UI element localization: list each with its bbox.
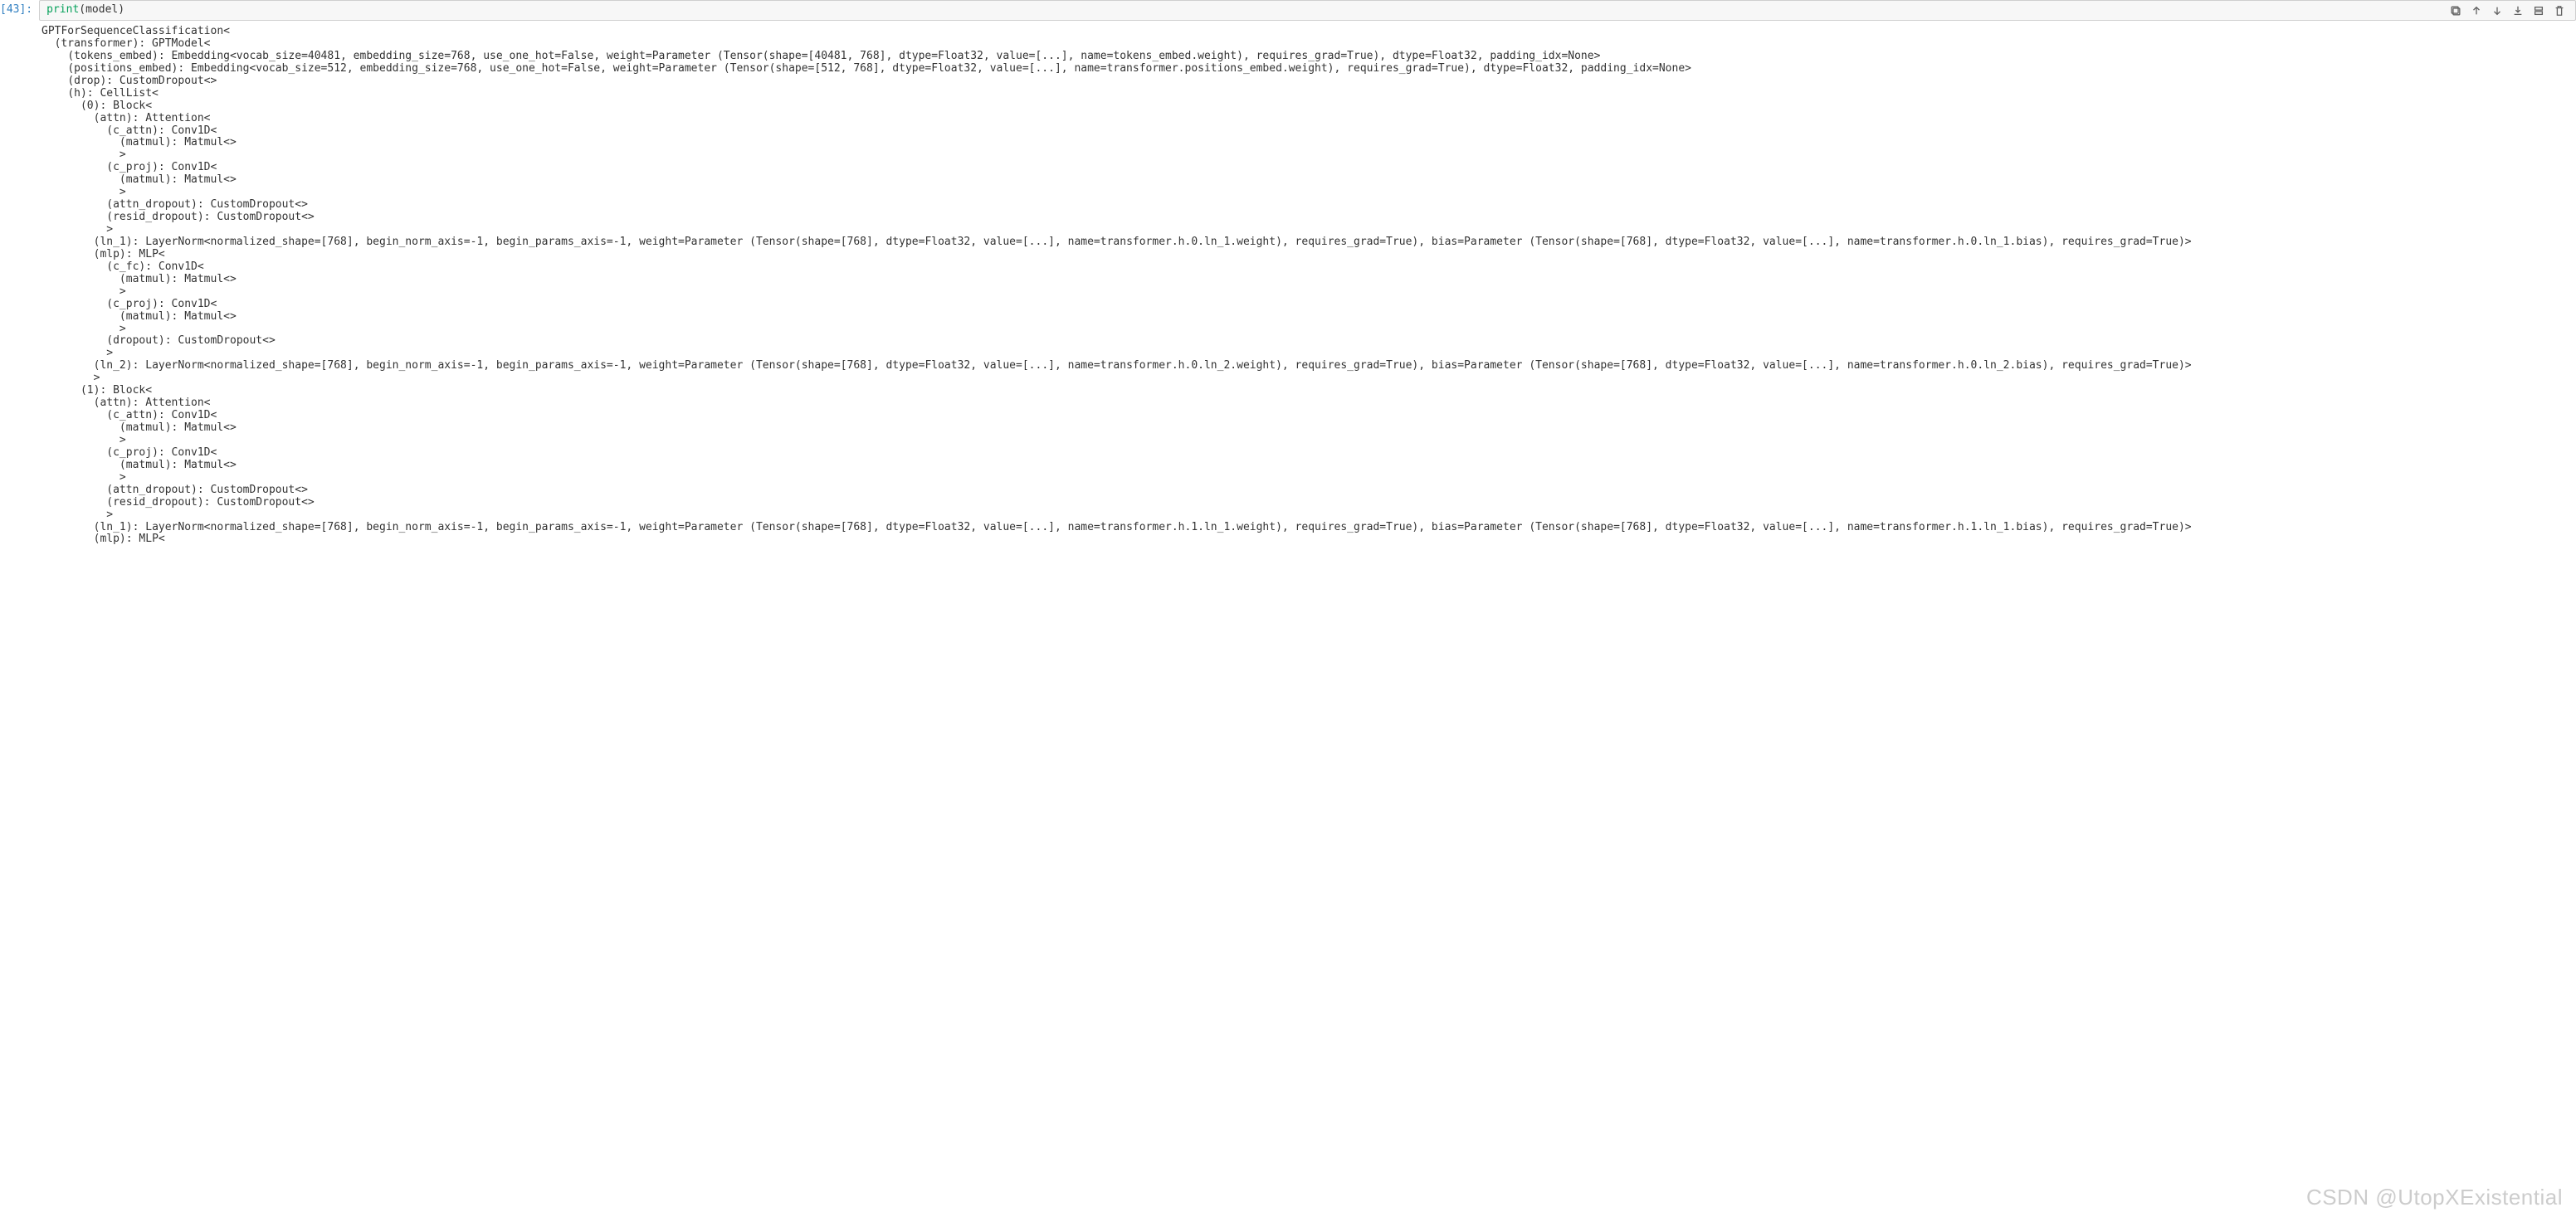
- insert-below-icon[interactable]: [2532, 4, 2544, 17]
- cell-toolbar: [2449, 4, 2569, 17]
- arrow-down-icon[interactable]: [2491, 4, 2503, 17]
- watermark: CSDN @UtopXExistential: [2306, 1185, 2563, 1210]
- code-content[interactable]: print(model): [46, 4, 124, 17]
- code-func: print: [46, 3, 79, 16]
- code-args: (model): [79, 3, 124, 16]
- code-cell: [43]: print(model): [0, 0, 2576, 21]
- trash-icon[interactable]: [2553, 4, 2565, 17]
- copy-icon[interactable]: [2449, 4, 2461, 17]
- download-icon[interactable]: [2511, 4, 2524, 17]
- cell-input-area[interactable]: print(model): [39, 0, 2576, 21]
- cell-output: GPTForSequenceClassification< (transform…: [0, 21, 2576, 546]
- cell-prompt: [43]:: [0, 0, 39, 21]
- arrow-up-icon[interactable]: [2470, 4, 2482, 17]
